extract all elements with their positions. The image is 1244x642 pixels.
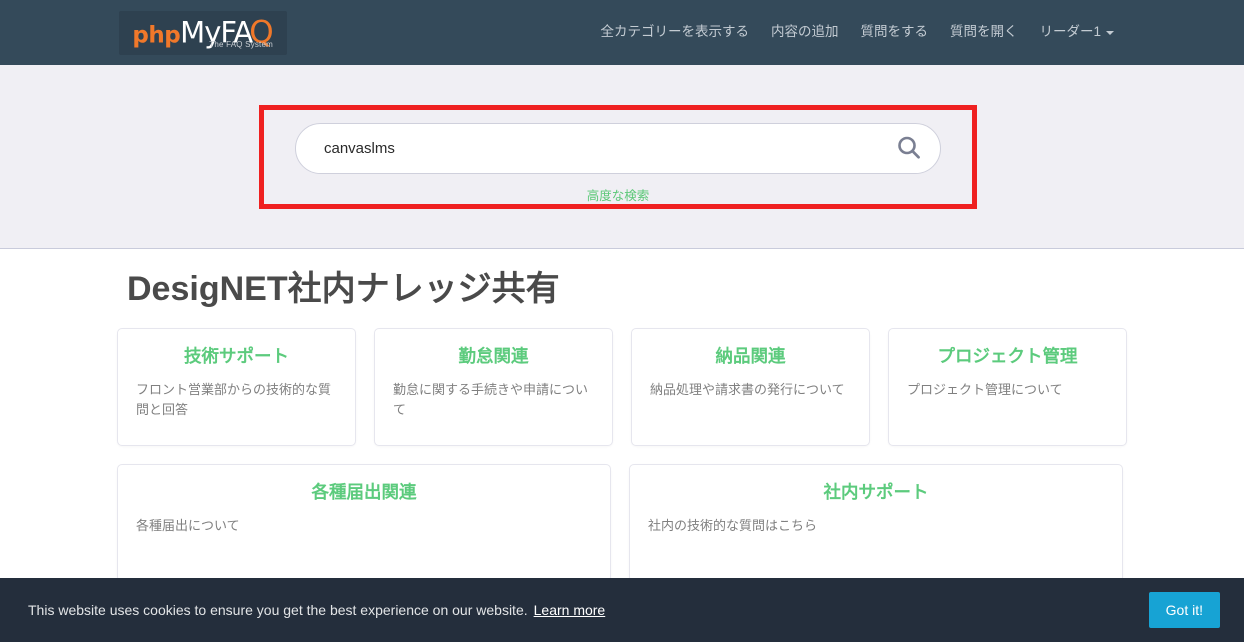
category-title: 技術サポート <box>184 346 289 367</box>
category-title: 納品関連 <box>715 346 786 367</box>
top-navbar: phpMyFAQ The FAQ System 全カテゴリーを表示する 内容の追… <box>0 0 1244 65</box>
category-row-2: 各種届出関連 各種届出について 社内サポート 社内の技術的な質問はこちら <box>117 464 1127 583</box>
nav-open-questions[interactable]: 質問を開く <box>939 16 1029 48</box>
category-description: フロント営業部からの技術的な質問と回答 <box>136 381 332 418</box>
category-card[interactable]: 社内サポート 社内の技術的な質問はこちら <box>629 464 1123 583</box>
search-submit-button[interactable] <box>891 130 927 166</box>
page-title: DesigNET社内ナレッジ共有 <box>127 270 560 308</box>
cookie-accept-button[interactable]: Got it! <box>1148 592 1220 628</box>
nav-user-menu[interactable]: リーダー1 <box>1028 16 1125 48</box>
category-card[interactable]: 各種届出関連 各種届出について <box>117 464 611 583</box>
category-description: プロジェクト管理について <box>907 381 1063 397</box>
cookie-consent-banner: This website uses cookies to ensure you … <box>0 578 1244 642</box>
category-card[interactable]: 勤怠関連 勤怠に関する手続きや申請について <box>374 328 613 447</box>
logo-tagline: The FAQ System <box>209 39 273 49</box>
cookie-learn-more-link[interactable]: Learn more <box>534 602 606 618</box>
phpmyfaq-logo[interactable]: phpMyFAQ The FAQ System <box>119 10 287 55</box>
category-description: 社内の技術的な質問はこちら <box>648 517 818 533</box>
cookie-message: This website uses cookies to ensure you … <box>28 602 528 618</box>
hero-search-section: 高度な検索 <box>0 65 1244 249</box>
page-root: phpMyFAQ The FAQ System 全カテゴリーを表示する 内容の追… <box>0 0 1244 642</box>
category-description: 各種届出について <box>136 517 240 533</box>
category-title: プロジェクト管理 <box>937 346 1078 367</box>
advanced-search-link[interactable]: 高度な検索 <box>587 185 650 204</box>
search-icon <box>898 136 920 159</box>
category-card[interactable]: 納品関連 納品処理や請求書の発行について <box>631 328 870 447</box>
category-description: 納品処理や請求書の発行について <box>650 381 845 397</box>
logo-php-text: php <box>132 22 181 48</box>
category-card[interactable]: 技術サポート フロント営業部からの技術的な質問と回答 <box>117 328 356 447</box>
category-card[interactable]: プロジェクト管理 プロジェクト管理について <box>888 328 1127 447</box>
search-field-wrapper <box>295 122 941 174</box>
category-row-1: 技術サポート フロント営業部からの技術的な質問と回答 勤怠関連 勤怠に関する手続… <box>117 328 1127 447</box>
navbar-links: 全カテゴリーを表示する 内容の追加 質問をする 質問を開く リーダー1 <box>589 16 1125 48</box>
search-input[interactable] <box>295 122 941 174</box>
category-description: 勤怠に関する手続きや申請について <box>393 381 589 418</box>
category-title: 勤怠関連 <box>458 346 529 367</box>
navbar-inner: phpMyFAQ The FAQ System 全カテゴリーを表示する 内容の追… <box>117 0 1127 65</box>
category-title: 各種届出関連 <box>311 482 417 503</box>
cookie-message-wrapper: This website uses cookies to ensure you … <box>28 602 1149 618</box>
search-highlight-box: 高度な検索 <box>259 104 977 209</box>
nav-ask-question[interactable]: 質問をする <box>849 16 939 48</box>
nav-user-label: リーダー1 <box>1039 24 1101 40</box>
nav-add-content[interactable]: 内容の追加 <box>760 16 850 48</box>
category-title: 社内サポート <box>823 482 929 503</box>
nav-show-all-categories[interactable]: 全カテゴリーを表示する <box>589 16 760 48</box>
chevron-down-icon <box>1106 30 1114 35</box>
